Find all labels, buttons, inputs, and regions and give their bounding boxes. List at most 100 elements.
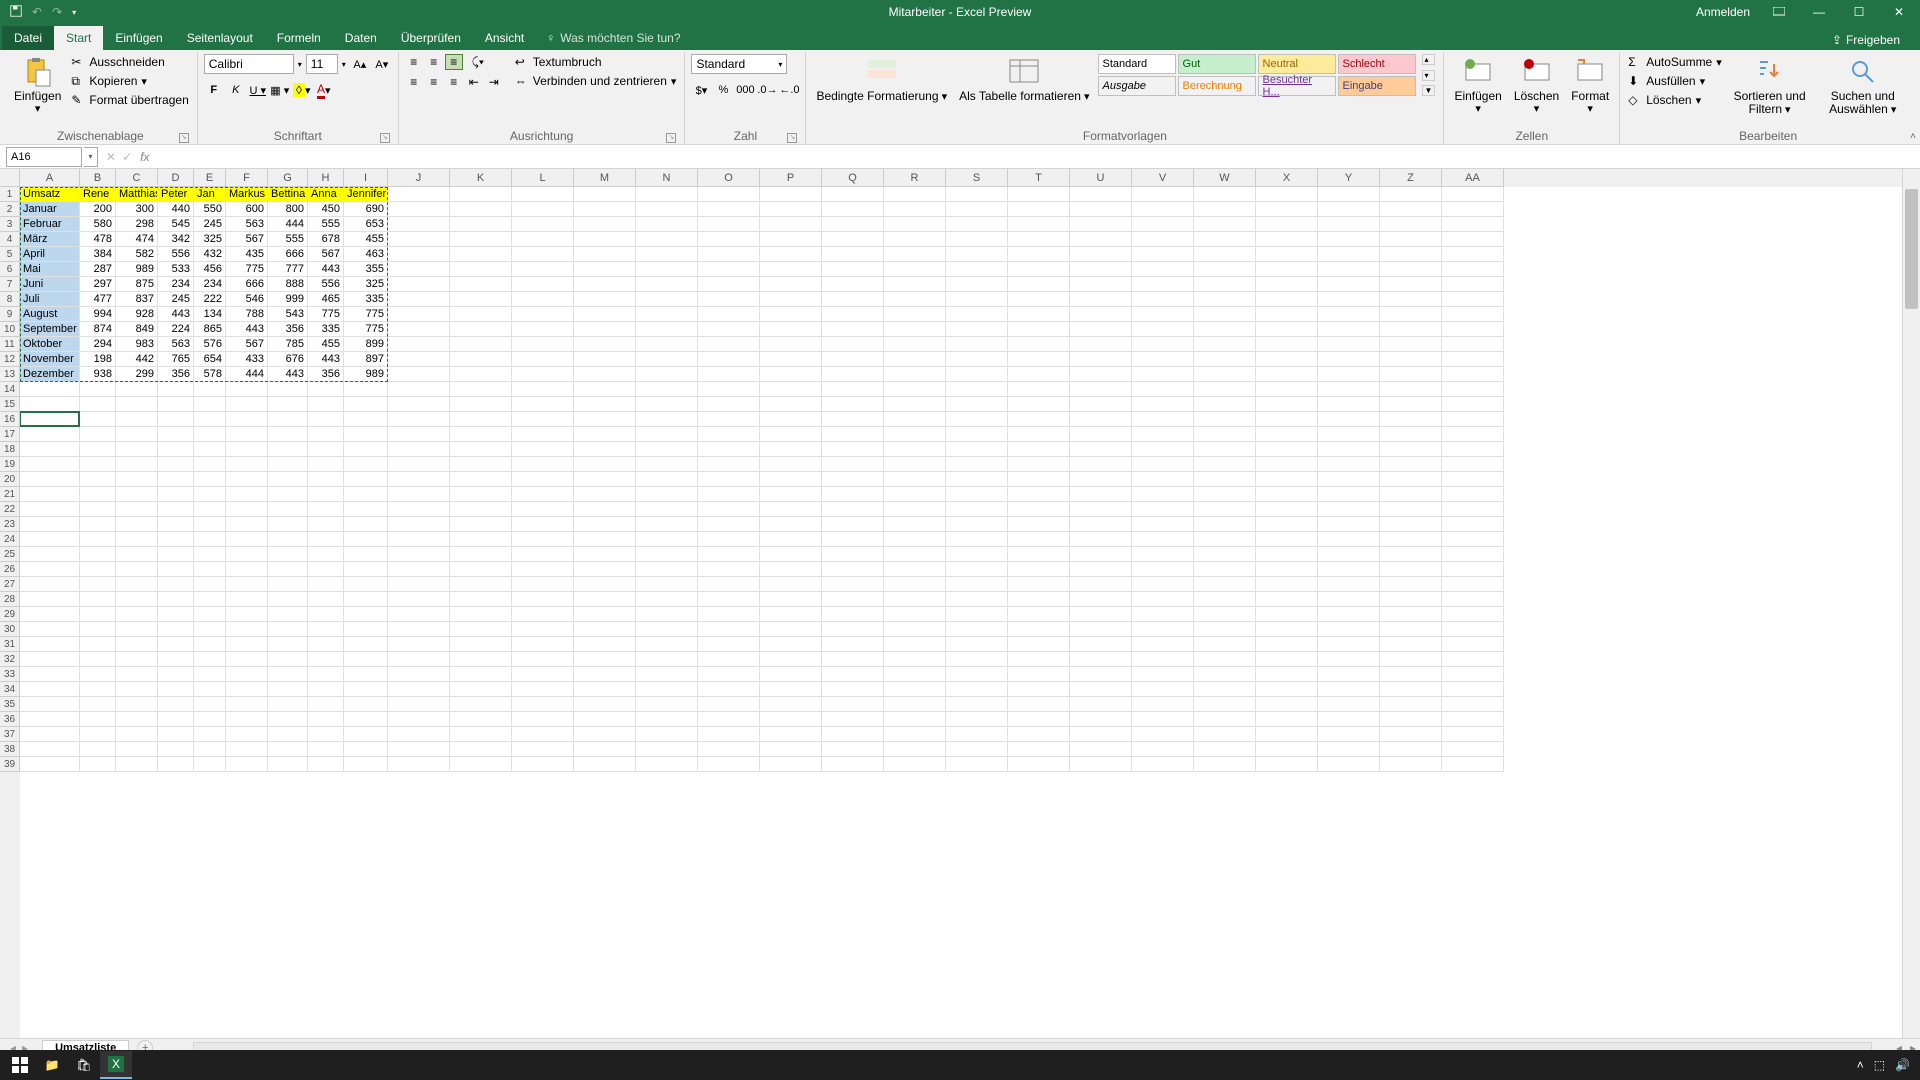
cell[interactable] [80, 532, 116, 547]
cell[interactable] [226, 757, 268, 772]
cell[interactable] [574, 682, 636, 697]
cell[interactable] [388, 592, 450, 607]
cell[interactable] [226, 517, 268, 532]
cell[interactable] [822, 652, 884, 667]
cell[interactable] [1194, 667, 1256, 682]
cell[interactable] [226, 532, 268, 547]
tab-start[interactable]: Start [54, 26, 103, 50]
cell[interactable] [194, 547, 226, 562]
column-header[interactable]: J [388, 169, 450, 187]
merge-center-button[interactable]: ⇔Verbinden und zentrieren ▾ [513, 73, 679, 89]
cell[interactable] [158, 652, 194, 667]
cell[interactable] [822, 487, 884, 502]
cell[interactable]: 335 [344, 292, 388, 307]
cell[interactable] [194, 412, 226, 427]
cell[interactable]: 224 [158, 322, 194, 337]
cell[interactable] [698, 202, 760, 217]
wrap-text-button[interactable]: ↩Textumbruch [513, 54, 679, 70]
cell[interactable] [1380, 532, 1442, 547]
cell[interactable]: 435 [226, 247, 268, 262]
vertical-scrollbar[interactable] [1902, 169, 1920, 1038]
cell[interactable] [884, 562, 946, 577]
cell[interactable] [1008, 667, 1070, 682]
cell[interactable] [946, 472, 1008, 487]
cell[interactable] [388, 352, 450, 367]
cell[interactable]: 582 [116, 247, 158, 262]
cell[interactable] [574, 667, 636, 682]
cell[interactable] [388, 757, 450, 772]
cell[interactable] [698, 217, 760, 232]
cell[interactable] [1256, 607, 1318, 622]
cell[interactable] [1070, 742, 1132, 757]
cell[interactable] [308, 382, 344, 397]
cell[interactable] [1380, 217, 1442, 232]
cell[interactable] [1008, 637, 1070, 652]
cell[interactable] [1132, 517, 1194, 532]
cell[interactable] [1442, 697, 1504, 712]
cell[interactable] [1070, 427, 1132, 442]
cell[interactable] [20, 397, 80, 412]
cell[interactable] [1070, 307, 1132, 322]
cell[interactable] [946, 307, 1008, 322]
autosum-button[interactable]: ΣAutoSumme ▾ [1626, 54, 1724, 70]
row-header[interactable]: 20 [0, 472, 20, 487]
cell[interactable] [1318, 742, 1380, 757]
cell[interactable] [1132, 487, 1194, 502]
cell[interactable] [760, 427, 822, 442]
cell[interactable] [512, 457, 574, 472]
cell[interactable]: 444 [268, 217, 308, 232]
comma-button[interactable]: 000 [735, 80, 755, 100]
cell[interactable] [1194, 607, 1256, 622]
cell[interactable]: 356 [268, 322, 308, 337]
cell[interactable] [698, 682, 760, 697]
cell[interactable] [116, 562, 158, 577]
cell[interactable] [698, 292, 760, 307]
cell[interactable] [388, 562, 450, 577]
cell[interactable] [760, 502, 822, 517]
cell[interactable] [308, 667, 344, 682]
cell[interactable]: 443 [226, 322, 268, 337]
cell[interactable] [822, 427, 884, 442]
cell[interactable] [450, 487, 512, 502]
cell[interactable]: Jan [194, 187, 226, 202]
cell[interactable] [698, 442, 760, 457]
cell[interactable] [946, 517, 1008, 532]
cell[interactable] [636, 427, 698, 442]
cell[interactable] [1256, 232, 1318, 247]
cell[interactable] [308, 412, 344, 427]
cell[interactable] [20, 757, 80, 772]
cell[interactable] [760, 577, 822, 592]
cell[interactable]: 837 [116, 292, 158, 307]
cell[interactable]: 443 [308, 352, 344, 367]
cell[interactable] [194, 472, 226, 487]
cell[interactable] [636, 637, 698, 652]
cell[interactable] [194, 562, 226, 577]
cell[interactable] [116, 712, 158, 727]
cell[interactable] [388, 382, 450, 397]
cell[interactable] [450, 562, 512, 577]
cell[interactable] [1256, 697, 1318, 712]
cell[interactable] [158, 667, 194, 682]
cell[interactable]: 788 [226, 307, 268, 322]
cell[interactable] [1380, 667, 1442, 682]
cell[interactable] [946, 637, 1008, 652]
cell[interactable] [1194, 307, 1256, 322]
cell[interactable] [946, 187, 1008, 202]
cell[interactable] [1008, 307, 1070, 322]
cell[interactable] [388, 742, 450, 757]
cell[interactable] [1256, 337, 1318, 352]
cell[interactable] [1256, 562, 1318, 577]
cell[interactable] [698, 637, 760, 652]
cell[interactable] [946, 667, 1008, 682]
cell[interactable] [80, 502, 116, 517]
cell[interactable] [1194, 742, 1256, 757]
cell[interactable] [636, 697, 698, 712]
cell[interactable] [158, 697, 194, 712]
cell[interactable] [946, 607, 1008, 622]
cell[interactable] [158, 382, 194, 397]
cell[interactable]: 222 [194, 292, 226, 307]
cell[interactable] [946, 712, 1008, 727]
cell[interactable] [1008, 622, 1070, 637]
cell[interactable] [388, 442, 450, 457]
cell[interactable] [698, 562, 760, 577]
